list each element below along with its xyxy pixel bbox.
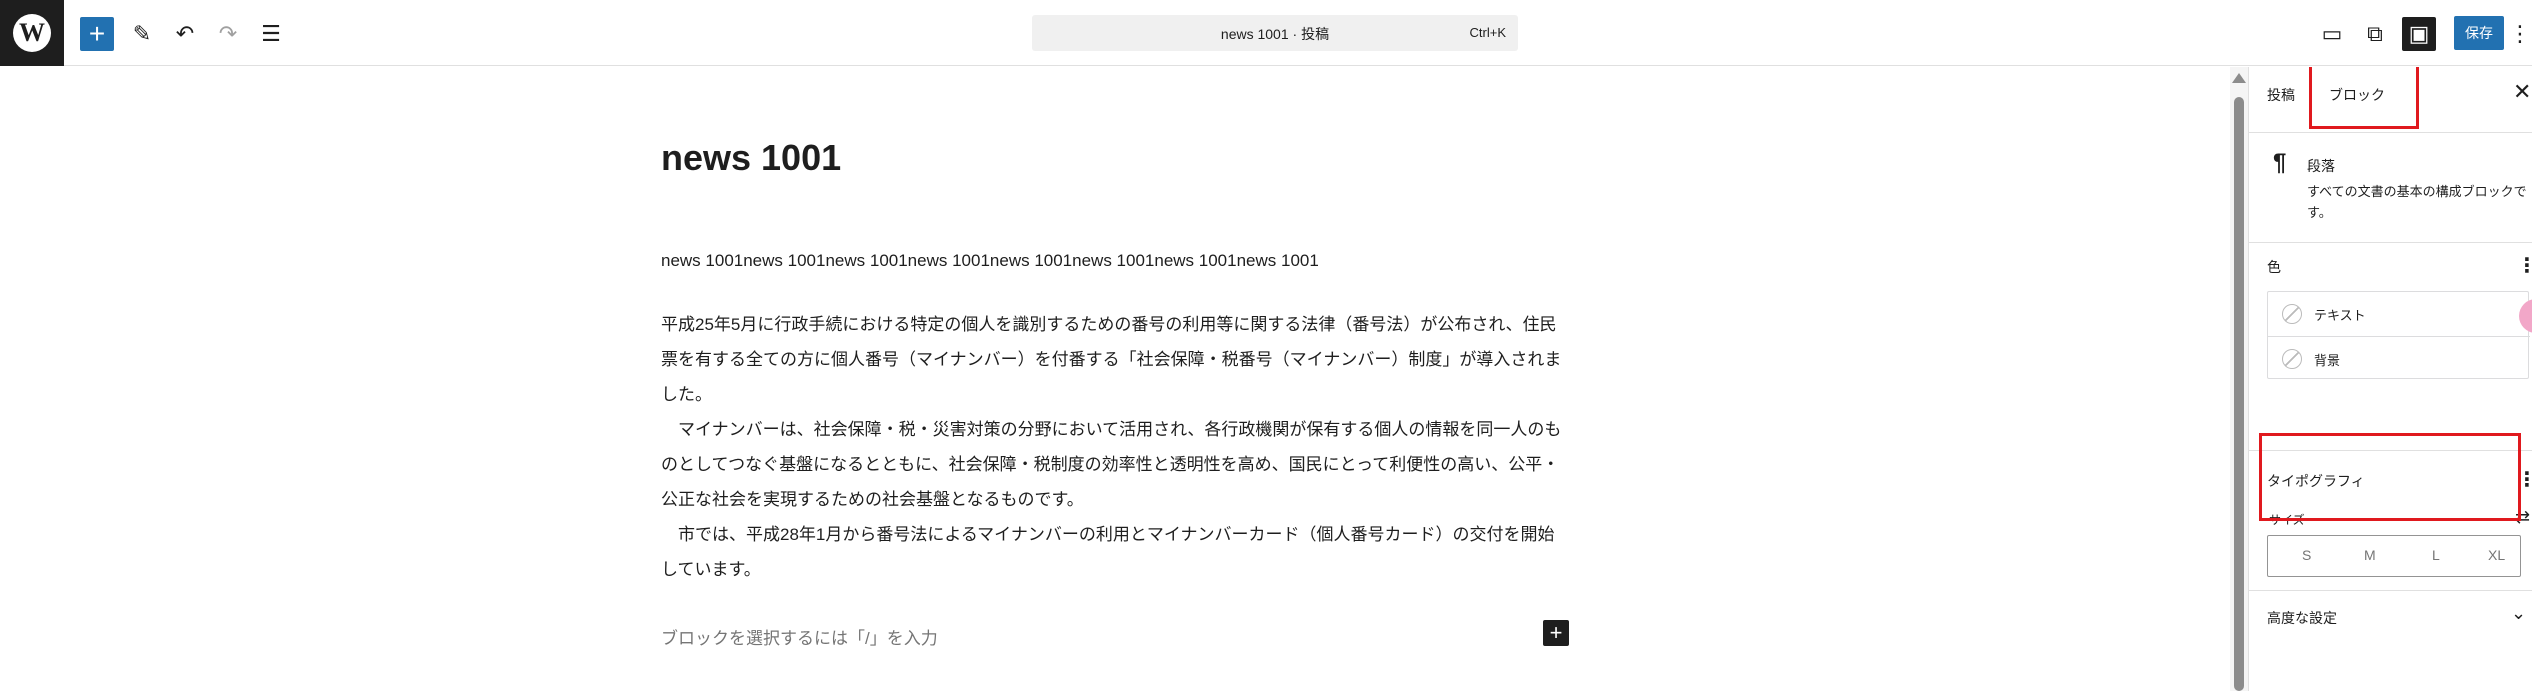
color-panel: 色 ⋮ テキスト 背景: [2249, 243, 2532, 451]
size-option-l[interactable]: L: [2432, 547, 2440, 563]
scrollbar-thumb[interactable]: [2234, 97, 2244, 691]
desktop-icon: ▭: [2321, 21, 2343, 46]
highlight-box-size: [2259, 433, 2521, 521]
kebab-icon: ⋮: [2509, 21, 2531, 46]
shortcut-hint: Ctrl+K: [1469, 25, 1506, 40]
external-link-icon: ⧉: [2367, 21, 2383, 46]
color-panel-title: 色: [2267, 259, 2281, 275]
color-options-kebab-icon[interactable]: ⋮: [2517, 253, 2532, 278]
save-button[interactable]: 保存: [2454, 16, 2504, 50]
undo-button[interactable]: ↶: [168, 17, 202, 51]
undo-icon: ↶: [175, 21, 195, 46]
post-title[interactable]: news 1001: [661, 137, 841, 179]
options-button[interactable]: ⋮: [2508, 17, 2532, 51]
pencil-icon: ✎: [132, 21, 152, 46]
block-card: ¶ 段落 すべての文書の基本の構成ブロックです。: [2249, 133, 2532, 243]
redo-button[interactable]: ↷: [211, 17, 245, 51]
size-option-xl[interactable]: XL: [2488, 547, 2505, 563]
size-option-s[interactable]: S: [2302, 547, 2311, 563]
sidebar-icon: ▣: [2408, 21, 2430, 46]
plus-icon: +: [88, 18, 106, 49]
inline-inserter-button[interactable]: +: [1543, 620, 1569, 646]
close-icon[interactable]: ✕: [2513, 79, 2531, 105]
settings-sidebar: 投稿 ブロック ✕ ¶ 段落 すべての文書の基本の構成ブロックです。 色 ⋮ テ…: [2248, 67, 2532, 691]
advanced-panel[interactable]: 高度な設定 ⌄: [2249, 591, 2532, 645]
color-swatch-icon: [2282, 349, 2302, 369]
color-swatch-icon: [2282, 304, 2302, 324]
settings-toggle-button[interactable]: ▣: [2402, 17, 2436, 51]
block-inserter-button[interactable]: +: [80, 17, 114, 51]
wordpress-logo-letter: W: [19, 18, 45, 47]
tools-button[interactable]: ✎: [125, 17, 159, 51]
advanced-panel-title: 高度な設定: [2267, 610, 2337, 626]
editor-toolbar: W + ✎ ↶ ↷ ☰ news 1001 · 投稿 Ctrl+K ▭ ⧉ ▣ …: [0, 0, 2532, 66]
list-view-icon: ☰: [261, 21, 281, 46]
color-settings-list: テキスト 背景: [2267, 291, 2530, 380]
chevron-down-icon: ⌄: [2511, 603, 2527, 623]
plus-icon: +: [1549, 620, 1563, 645]
view-post-button[interactable]: ⧉: [2358, 17, 2392, 51]
highlight-box-tab: [2309, 67, 2419, 129]
tab-post[interactable]: 投稿: [2267, 85, 2295, 105]
background-color-option[interactable]: 背景: [2268, 336, 2530, 380]
text-color-label: テキスト: [2314, 308, 2366, 323]
font-size-picker: S M L XL: [2267, 535, 2521, 577]
redo-icon: ↷: [218, 21, 238, 46]
block-description: すべての文書の基本の構成ブロックです。: [2307, 184, 2527, 220]
paragraph-block-selected[interactable]: 平成25年5月に行政手続における特定の個人を識別するための番号の利用等に関する法…: [661, 307, 1567, 587]
wordpress-logo[interactable]: W: [0, 0, 64, 66]
editor-canvas[interactable]: news 1001 news 1001news 1001news 1001new…: [0, 67, 2236, 691]
wordpress-logo-circle: W: [13, 14, 51, 52]
block-placeholder[interactable]: ブロックを選択するには「/」を入力: [661, 624, 938, 649]
preview-button[interactable]: ▭: [2315, 17, 2349, 51]
text-color-option[interactable]: テキスト: [2268, 292, 2530, 336]
command-palette-bar[interactable]: news 1001 · 投稿 Ctrl+K: [1032, 15, 1518, 51]
paragraph-icon: ¶: [2273, 149, 2287, 176]
background-color-label: 背景: [2314, 353, 2341, 368]
scroll-up-arrow-icon[interactable]: [2232, 73, 2246, 83]
document-overview-button[interactable]: ☰: [254, 17, 288, 51]
block-name: 段落: [2307, 158, 2335, 174]
paragraph-block[interactable]: news 1001news 1001news 1001news 1001news…: [661, 243, 1567, 278]
canvas-scrollbar[interactable]: [2230, 67, 2248, 691]
size-option-m[interactable]: M: [2364, 547, 2376, 563]
document-title: news 1001 · 投稿: [1220, 26, 1330, 42]
